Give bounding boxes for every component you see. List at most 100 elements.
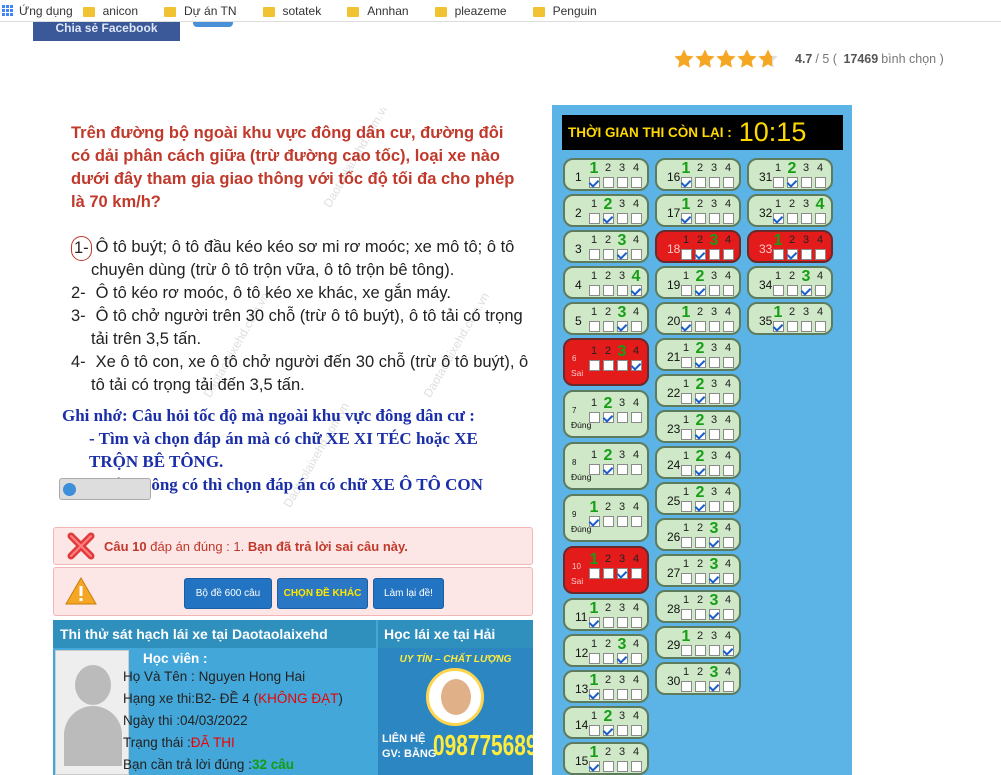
- option-checkbox[interactable]: [694, 285, 706, 296]
- option-checkbox[interactable]: [602, 321, 614, 332]
- star-icon[interactable]: [694, 48, 715, 70]
- option-checkbox[interactable]: [814, 177, 826, 188]
- option-checkbox[interactable]: [694, 429, 706, 440]
- facebook-share-button[interactable]: Chia sẻ Facebook: [33, 22, 180, 41]
- star-icon[interactable]: [715, 48, 736, 70]
- option-checkbox[interactable]: [694, 573, 706, 584]
- option-checkbox[interactable]: [772, 321, 784, 332]
- option-checkbox[interactable]: [630, 617, 642, 628]
- option-checkbox[interactable]: [616, 321, 628, 332]
- option-checkbox[interactable]: [694, 177, 706, 188]
- question-cell-7[interactable]: 7 1 2 3 4 Đúng: [563, 390, 649, 438]
- option-checkbox[interactable]: [630, 568, 642, 579]
- option-checkbox[interactable]: [708, 177, 720, 188]
- option-checkbox[interactable]: [722, 681, 734, 692]
- option-checkbox[interactable]: [602, 213, 614, 224]
- choose-other-set-button[interactable]: CHỌN ĐỀ KHÁC: [277, 578, 368, 609]
- option-checkbox[interactable]: [800, 321, 812, 332]
- option-checkbox[interactable]: [708, 321, 720, 332]
- question-cell-10[interactable]: 10 1 2 3 4 Sai: [563, 546, 649, 594]
- question-cell-11[interactable]: 11 1 2 3 4: [563, 598, 649, 631]
- bookmark-item[interactable]: Dự án TN: [164, 4, 237, 18]
- option-checkbox[interactable]: [680, 393, 692, 404]
- option-checkbox[interactable]: [772, 285, 784, 296]
- option-checkbox[interactable]: [800, 213, 812, 224]
- question-cell-13[interactable]: 13 1 2 3 4: [563, 670, 649, 703]
- option-checkbox[interactable]: [772, 177, 784, 188]
- option-checkbox[interactable]: [694, 357, 706, 368]
- option-checkbox[interactable]: [588, 617, 600, 628]
- option-checkbox[interactable]: [630, 464, 642, 475]
- option-checkbox[interactable]: [694, 681, 706, 692]
- option-checkbox[interactable]: [588, 285, 600, 296]
- star-icon[interactable]: [757, 48, 778, 70]
- bookmark-apps[interactable]: Ứng dụng: [2, 4, 73, 18]
- option-checkbox[interactable]: [786, 321, 798, 332]
- question-cell-31[interactable]: 31 1 2 3 4: [747, 158, 833, 191]
- option-checkbox[interactable]: [602, 689, 614, 700]
- option-checkbox[interactable]: [630, 761, 642, 772]
- question-cell-12[interactable]: 12 1 2 3 4: [563, 634, 649, 667]
- option-checkbox[interactable]: [616, 761, 628, 772]
- option-checkbox[interactable]: [588, 213, 600, 224]
- option-checkbox[interactable]: [694, 501, 706, 512]
- question-cell-26[interactable]: 26 1 2 3 4: [655, 518, 741, 551]
- option-checkbox[interactable]: [680, 177, 692, 188]
- bookmark-item[interactable]: pleazeme: [434, 4, 507, 18]
- question-cell-17[interactable]: 17 1 2 3 4: [655, 194, 741, 227]
- option-checkbox[interactable]: [722, 285, 734, 296]
- question-cell-19[interactable]: 19 1 2 3 4: [655, 266, 741, 299]
- option-checkbox[interactable]: [630, 689, 642, 700]
- option-checkbox[interactable]: [814, 213, 826, 224]
- option-checkbox[interactable]: [616, 516, 628, 527]
- option-checkbox[interactable]: [602, 568, 614, 579]
- option-checkbox[interactable]: [588, 689, 600, 700]
- option-checkbox[interactable]: [588, 725, 600, 736]
- rating-stars[interactable]: [673, 48, 778, 70]
- question-cell-21[interactable]: 21 1 2 3 4: [655, 338, 741, 371]
- question-cell-27[interactable]: 27 1 2 3 4: [655, 554, 741, 587]
- redo-button[interactable]: Làm lại đề!: [373, 578, 444, 609]
- question-cell-22[interactable]: 22 1 2 3 4: [655, 374, 741, 407]
- option-checkbox[interactable]: [772, 213, 784, 224]
- option-checkbox[interactable]: [722, 645, 734, 656]
- option-checkbox[interactable]: [680, 285, 692, 296]
- option-checkbox[interactable]: [708, 465, 720, 476]
- option-checkbox[interactable]: [630, 725, 642, 736]
- question-cell-33[interactable]: 33 1 2 3 4: [747, 230, 833, 263]
- option-checkbox[interactable]: [616, 285, 628, 296]
- option-checkbox[interactable]: [630, 516, 642, 527]
- bookmark-item[interactable]: anicon: [82, 4, 138, 18]
- option-checkbox[interactable]: [708, 501, 720, 512]
- option-checkbox[interactable]: [722, 213, 734, 224]
- option-checkbox[interactable]: [722, 357, 734, 368]
- option-checkbox[interactable]: [616, 464, 628, 475]
- option-checkbox[interactable]: [588, 177, 600, 188]
- option-checkbox[interactable]: [630, 249, 642, 260]
- question-cell-34[interactable]: 34 1 2 3 4: [747, 266, 833, 299]
- option-checkbox[interactable]: [602, 761, 614, 772]
- question-cell-23[interactable]: 23 1 2 3 4: [655, 410, 741, 443]
- option-checkbox[interactable]: [708, 393, 720, 404]
- star-icon[interactable]: [736, 48, 757, 70]
- question-cell-28[interactable]: 28 1 2 3 4: [655, 590, 741, 623]
- option-checkbox[interactable]: [616, 653, 628, 664]
- option-checkbox[interactable]: [680, 249, 692, 260]
- option-checkbox[interactable]: [694, 321, 706, 332]
- option-checkbox[interactable]: [800, 285, 812, 296]
- option-checkbox[interactable]: [786, 285, 798, 296]
- option-checkbox[interactable]: [708, 249, 720, 260]
- bookmark-item[interactable]: sotatek: [262, 4, 321, 18]
- option-checkbox[interactable]: [800, 177, 812, 188]
- option-checkbox[interactable]: [588, 761, 600, 772]
- option-checkbox[interactable]: [680, 501, 692, 512]
- option-checkbox[interactable]: [602, 617, 614, 628]
- option-checkbox[interactable]: [616, 177, 628, 188]
- option-checkbox[interactable]: [708, 537, 720, 548]
- question-cell-29[interactable]: 29 1 2 3 4: [655, 626, 741, 659]
- option-checkbox[interactable]: [708, 429, 720, 440]
- ad-banner[interactable]: UY TÍN – CHẤT LƯỢNG LIÊN HỆ GV: BẰNG 0987…: [378, 648, 533, 775]
- option-checkbox[interactable]: [630, 653, 642, 664]
- question-cell-15[interactable]: 15 1 2 3 4: [563, 742, 649, 775]
- option-checkbox[interactable]: [680, 321, 692, 332]
